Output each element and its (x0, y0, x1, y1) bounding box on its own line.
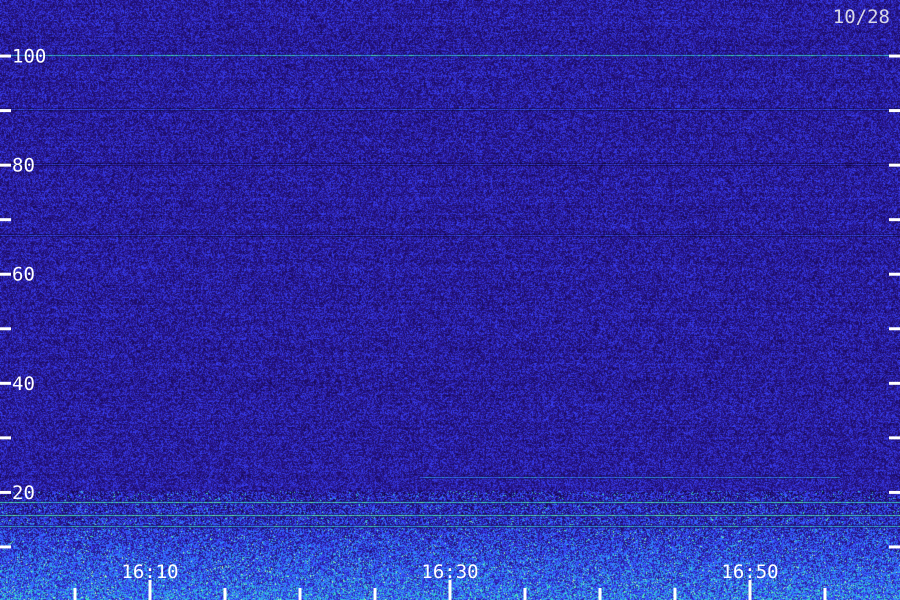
chart-axes: 10/28 20 40 60 80 100 16:10 16:30 16:50 (0, 6, 900, 600)
x-tick-label: 16:30 (421, 561, 478, 583)
x-tick-label: 16:50 (721, 561, 778, 583)
y-tick-label: 20 (12, 482, 35, 504)
x-axis: 16:10 16:30 16:50 (73, 561, 827, 600)
spectrogram-chart: 10/28 20 40 60 80 100 16:10 16:30 16:50 (0, 0, 900, 600)
x-tick-label: 16:10 (121, 561, 178, 583)
y-tick-label: 80 (12, 155, 35, 177)
y-tick-label: 40 (12, 373, 35, 395)
date-label: 10/28 (833, 6, 890, 28)
y-axis: 20 40 60 80 100 (0, 46, 900, 549)
y-tick-label: 60 (12, 264, 35, 286)
y-tick-label: 100 (12, 46, 46, 68)
